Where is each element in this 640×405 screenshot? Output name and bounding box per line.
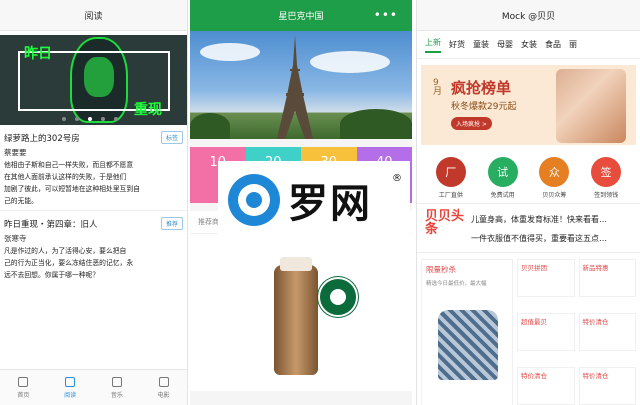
crowdfund-entry[interactable]: 众贝贝众筹 [539, 157, 570, 199]
article-body: 凡是作过的人，为了活得心安，要么把自 己的行为正当化，要么冻结住恶的记忆，永 远不去… [4, 247, 134, 279]
luowang-text: 罗网 [288, 180, 372, 227]
starbucks-title: 星巴克中国 [278, 12, 324, 22]
coffee-bottle-image[interactable] [274, 257, 318, 375]
starbucks-logo [318, 277, 358, 317]
mock-beibei-app: Mock @贝贝 上新 好货 童装 母婴 女装 食品 丽 9月 疯抢榜单 秋冬爆… [416, 0, 640, 405]
deal-cell[interactable]: 新品特惠 [578, 259, 636, 297]
book-icon [65, 376, 76, 387]
promo-banner[interactable]: 9月 疯抢榜单 秋冬爆款29元起 入场疯抢 > [421, 65, 636, 145]
registered-mark: ® [392, 173, 402, 184]
factory-icon: 厂 [435, 157, 466, 187]
article-author: 张寒寺 [4, 234, 27, 243]
trial-entry[interactable]: 试免费试用 [487, 157, 518, 199]
nav-tab[interactable]: 好货 [449, 39, 465, 50]
deal-cell[interactable]: 特价清仓 [578, 313, 636, 351]
deal-cell[interactable]: 超值最贝 [517, 313, 575, 351]
paris-banner[interactable] [190, 31, 412, 139]
promo-month: 9月 [433, 78, 443, 97]
checkin-entry[interactable]: 签签到领钱 [591, 157, 622, 199]
promo-button[interactable]: 入场疯抢 > [451, 117, 492, 130]
tab-movie[interactable]: 电影 [140, 370, 187, 405]
factory-entry[interactable]: 厂工厂直供 [435, 157, 466, 199]
article-title: 昨日重现・第四章：旧人 [4, 219, 98, 230]
tab-read[interactable]: 阅读 [47, 370, 94, 405]
starbucks-header: 星巴克中国 ••• [190, 0, 412, 31]
banner-text-left: 昨日 [24, 46, 52, 62]
reader-app: 阅读 昨日 重现 绿萝路上的302号房 标签 蔡要要 他相由子斯和自己一样失败，而… [0, 0, 188, 405]
more-icon[interactable]: ••• [374, 8, 398, 22]
nav-tab[interactable]: 母婴 [497, 39, 513, 50]
deal-cell[interactable]: 特价清仓 [578, 367, 636, 405]
flash-sale-sub: 精选今日最低价，最大幅 [426, 281, 487, 287]
reader-tabbar: 首页 阅读 音乐 电影 [0, 369, 187, 405]
nav-tab[interactable]: 上新 [425, 37, 441, 53]
luowang-logo-icon [228, 173, 280, 226]
crowdfund-icon: 众 [539, 157, 570, 187]
nav-tab[interactable]: 女装 [521, 39, 537, 50]
feature-icons: 厂工厂直供 试免费试用 众贝贝众筹 签签到领钱 [417, 151, 640, 203]
headline-logo: 贝贝头条 [425, 209, 465, 237]
flash-sale-title: 限量秒杀 [426, 265, 456, 274]
nav-tab[interactable]: 丽 [569, 39, 577, 50]
home-icon [18, 376, 29, 387]
tab-music[interactable]: 音乐 [94, 370, 141, 405]
reader-banner[interactable]: 昨日 重现 [0, 35, 187, 125]
article-tag[interactable]: 推荐 [160, 217, 183, 230]
mock-title: Mock @贝贝 [501, 11, 556, 22]
article-author: 蔡要要 [4, 148, 27, 157]
calendar-icon: 签 [591, 157, 622, 187]
article-1[interactable]: 绿萝路上的302号房 标签 蔡要要 他相由子斯和自己一样失败，而且都不愿意 在其他人… [0, 131, 187, 207]
luowang-watermark: 罗网 ® [218, 161, 410, 238]
promo-subtitle: 秋冬爆款29元起 [451, 102, 517, 112]
banner-text-right: 重现 [134, 102, 162, 118]
nav-tab[interactable]: 童装 [473, 39, 489, 50]
headline-section[interactable]: 贝贝头条 儿童身高，体重发育标准！快来看看… 一件衣服值不值得买，重要看这五点… [417, 203, 640, 253]
reader-header: 阅读 [0, 0, 187, 31]
music-icon [111, 376, 122, 387]
flash-sale-card[interactable]: 限量秒杀 精选今日最低价，最大幅 [421, 259, 513, 405]
banner-pager [62, 117, 118, 121]
film-icon [158, 376, 169, 387]
article-tag[interactable]: 标签 [160, 131, 183, 144]
article-title: 绿萝路上的302号房 [4, 133, 80, 144]
recommend-section: 推荐商品 [190, 211, 412, 391]
promo-title: 疯抢榜单 [451, 79, 512, 97]
deal-cell[interactable]: 特价清仓 [517, 367, 575, 405]
article-body: 他相由子斯和自己一样失败，而且都不愿意 在其他人面前承认这样的失败，于是他们 加剧了… [4, 161, 140, 205]
trial-icon: 试 [487, 157, 518, 187]
nav-tab[interactable]: 食品 [545, 39, 561, 50]
mock-header: Mock @贝贝 [417, 0, 640, 31]
category-nav: 上新 好货 童装 母婴 女装 食品 丽 [417, 31, 640, 59]
headline-1[interactable]: 儿童身高，体重发育标准！快来看看… [471, 210, 632, 229]
reader-title: 阅读 [84, 11, 103, 22]
article-2[interactable]: 昨日重现・第四章：旧人 推荐 张寒寺 凡是作过的人，为了活得心安，要么把自 己的行为… [0, 217, 187, 281]
models-image [556, 69, 626, 143]
deals-grid: 限量秒杀 精选今日最低价，最大幅 贝贝拼团 新品特惠 超值最贝 特价清仓 特价清… [417, 253, 640, 405]
eiffel-tower-image [277, 35, 313, 139]
tab-home[interactable]: 首页 [0, 370, 47, 405]
headline-2[interactable]: 一件衣服值不值得买，重要看这五点… [471, 229, 632, 248]
clothes-image [438, 310, 498, 380]
deal-cell[interactable]: 贝贝拼团 [517, 259, 575, 297]
